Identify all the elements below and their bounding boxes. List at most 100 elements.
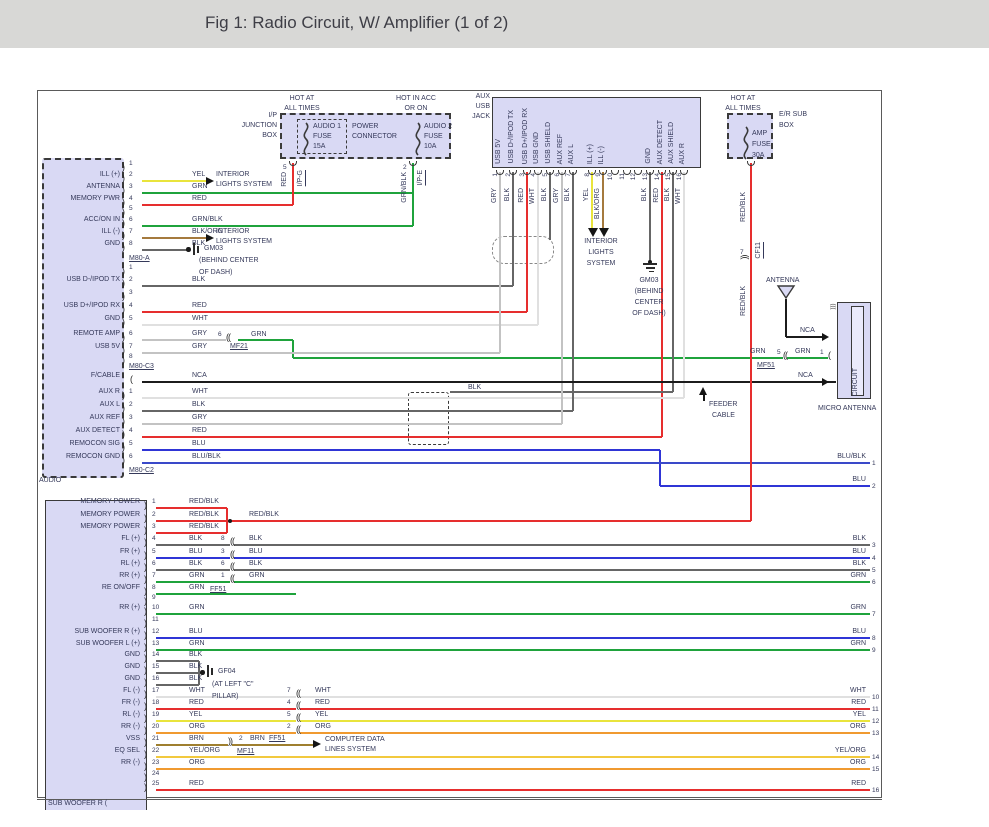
- label-5-wire: GRY: [192, 330, 207, 338]
- label-computer-1: LINES SYSTEM: [325, 746, 376, 754]
- label-2-pin: 3: [152, 523, 156, 530]
- label-4-pin: 5: [129, 315, 133, 322]
- label-il3-2: SYSTEM: [573, 260, 629, 268]
- label-6-wire: BLK: [564, 188, 572, 201]
- label-1-wire: BLK: [192, 401, 205, 409]
- wire-brn: [156, 744, 313, 746]
- wire-blu: [659, 450, 661, 486]
- figure-title: Fig 1: Radio Circuit, W/ Amplifier (1 of…: [205, 13, 508, 33]
- label-1-wire: RED/BLK: [189, 511, 219, 519]
- label-4-pin: 5: [152, 548, 156, 555]
- label-hot_label2-1: OR ON: [385, 105, 447, 113]
- connector-pin-bump: ): [144, 783, 147, 792]
- connector-pin-bump: ): [144, 597, 147, 606]
- label-0-pin: 1: [129, 388, 133, 395]
- junction-dot: [200, 670, 205, 675]
- label-13-n: 14: [654, 173, 661, 180]
- inline-connector-arcs: (: [828, 351, 830, 360]
- feeder-cable-arrow: [699, 387, 707, 395]
- wire-grn: [156, 649, 870, 651]
- wire-nca: [142, 381, 836, 383]
- label-4-label: USB SHIELD: [545, 122, 553, 164]
- label-7-pin: 8: [152, 584, 156, 591]
- label-17-wire: RED: [189, 699, 204, 707]
- label-3-label: USB D+/IPOD RX: [44, 302, 120, 310]
- label-1-wire: YEL: [192, 171, 205, 179]
- connector-pin-bump: ): [122, 318, 125, 327]
- label-7-wire: YEL: [583, 188, 591, 201]
- label-15-pin: 16: [152, 675, 159, 682]
- label-box_label-2: JACK: [468, 113, 490, 121]
- label-3-wire: RED: [192, 427, 207, 435]
- label-15-wire: RED: [792, 780, 866, 788]
- connector-pin-bump: ): [122, 219, 125, 228]
- junction-dot: [186, 247, 191, 252]
- label-box_label-1: BOX: [779, 122, 794, 130]
- wire-red: [142, 204, 293, 206]
- wire-blu: [156, 637, 870, 639]
- label-18-label: RL (-): [50, 711, 140, 719]
- label-19-wire2: ORG: [315, 723, 331, 731]
- connector-pin-bump: (: [130, 375, 133, 384]
- label-22-pin: 23: [152, 759, 159, 766]
- label-mf51-pin_left: 5: [777, 349, 781, 356]
- label-3-label: AUX DETECT: [44, 427, 120, 435]
- wire-arrow: [822, 333, 829, 341]
- label-2-wire: GRY: [192, 414, 207, 422]
- label-mf51-pin_right: 1: [820, 349, 824, 356]
- feeder-cable-arrow-stem: [703, 395, 705, 401]
- label-18-pin: 19: [152, 711, 159, 718]
- label-3-wire: RED: [192, 195, 207, 203]
- micro-antenna-wave-icon: (((: [829, 303, 836, 309]
- inline-connector-arcs: ((: [230, 537, 234, 546]
- label-6-label: RR (+): [50, 572, 140, 580]
- label-0-label: AUX R: [44, 388, 120, 396]
- connector-pin-bump: ): [122, 279, 125, 288]
- label-13-label: AUX DETECT: [657, 120, 665, 164]
- label-3-pin: 4: [152, 535, 156, 542]
- connector-pin-bump: ): [122, 163, 125, 172]
- label-2-label: MEMORY POWER: [50, 523, 140, 531]
- label-14-label: AUX SHIELD: [668, 122, 676, 164]
- wire-gry: [142, 423, 562, 425]
- label-1-wire: BLK: [192, 276, 205, 284]
- amp-fuse-icon: [740, 126, 752, 165]
- audio2-fuse-icon: [412, 122, 424, 161]
- wire-blk: [156, 544, 870, 546]
- label-mf51-wire_right: GRN: [795, 348, 811, 356]
- label-14-label: GND: [50, 663, 140, 671]
- label-1-wire: BLU: [792, 476, 866, 484]
- label-1-label: AUX L: [44, 401, 120, 409]
- label-il1-1: LIGHTS SYSTEM: [216, 181, 272, 189]
- wire-wht: [156, 696, 870, 698]
- label-4-wire2: BLU: [249, 548, 263, 556]
- wire-gry: [142, 352, 500, 354]
- antenna-icon: [776, 285, 796, 304]
- label-0-n: 1: [872, 460, 876, 467]
- diagram-canvas-border: [37, 90, 882, 798]
- label-12-n: 13: [872, 730, 879, 737]
- label-4-wire: BLK: [541, 188, 549, 201]
- wire-blk: [156, 569, 870, 571]
- label-8-label: ILL (-): [598, 146, 606, 164]
- label-14-wire: ORG: [792, 759, 866, 767]
- label-feeder-1: CABLE: [712, 412, 735, 420]
- label-9-wire: WHT: [792, 687, 866, 695]
- connector-pin-bump: ): [144, 526, 147, 535]
- wire-yel-org: [156, 756, 870, 758]
- label-9-n: 10: [607, 173, 614, 180]
- label-box_label-0: E/R SUB: [779, 111, 807, 119]
- wire-wht: [537, 172, 539, 325]
- label-0-wire: GRY: [491, 188, 499, 203]
- label-19-label: RR (-): [50, 723, 140, 731]
- wire-blu: [156, 557, 870, 559]
- wire-grn: [156, 613, 870, 615]
- label-9-label: RR (+): [50, 604, 140, 612]
- connector-pin-bump: ): [144, 575, 147, 584]
- wire-blk-org: [142, 237, 206, 239]
- label-out2-connector: I/P-E: [417, 170, 425, 186]
- wire-wht: [142, 324, 538, 326]
- label-0-label: USB 5V: [495, 139, 503, 164]
- wire-nca: [786, 336, 824, 338]
- label-il2-0: INTERIOR: [216, 228, 249, 236]
